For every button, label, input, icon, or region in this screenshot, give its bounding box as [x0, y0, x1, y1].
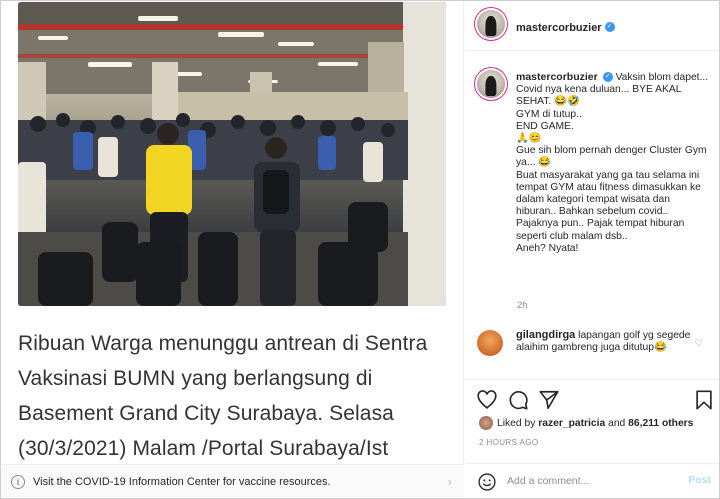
caption-line-5: Gue sih blom pernah denger Cluster Gym y… — [516, 145, 707, 169]
emoji-icon[interactable] — [477, 472, 497, 492]
post-caption: mastercorbuzier ✓ Vaksin blom dapet... Co… — [516, 71, 712, 255]
post-header: mastercorbuzier ✓ — [465, 1, 719, 51]
comment-username[interactable]: gilangdirga — [516, 329, 575, 341]
post-comment-button[interactable]: Post — [688, 474, 711, 486]
likes-count[interactable]: 86,211 others — [628, 418, 693, 429]
verified-badge-icon: ✓ — [602, 72, 613, 83]
caption-line-7: Aneh? Nyata! — [516, 242, 579, 254]
author-avatar[interactable] — [477, 10, 505, 38]
post-media: Ribuan Warga menunggu antrean di Sentra … — [1, 1, 464, 498]
caption-line-3: END GAME. — [516, 120, 574, 132]
caption-line-4: 🙏😊 — [516, 133, 542, 145]
crowd-photo-illustration — [18, 2, 446, 306]
post-timestamp[interactable]: 2 HOURS AGO — [479, 438, 539, 447]
verified-badge-icon: ✓ — [604, 21, 615, 32]
caption-username[interactable]: mastercorbuzier — [516, 71, 598, 83]
heart-icon[interactable] — [476, 389, 498, 411]
comments-section: mastercorbuzier ✓ Vaksin blom dapet... Co… — [465, 52, 719, 379]
info-icon: i — [11, 474, 25, 489]
likes-and: and — [608, 417, 626, 429]
header-username[interactable]: mastercorbuzier — [516, 22, 602, 34]
caption-line-2: GYM di tutup.. — [516, 108, 582, 120]
likes-summary: Liked by razer_patricia and 86,211 other… — [479, 416, 693, 430]
covid-info-banner[interactable]: i Visit the COVID-19 Information Center … — [1, 464, 464, 498]
media-caption: Ribuan Warga menunggu antrean di Sentra … — [18, 332, 428, 460]
add-comment-bar: Post — [465, 463, 719, 498]
commenter-avatar[interactable] — [477, 330, 503, 356]
post-actions: Liked by razer_patricia and 86,211 other… — [465, 379, 719, 465]
caption-author-avatar[interactable] — [477, 70, 505, 98]
likes-prefix: Liked by — [497, 417, 536, 429]
bookmark-icon[interactable] — [693, 389, 715, 411]
author-avatar-figure — [485, 16, 497, 36]
comment-icon[interactable] — [507, 389, 529, 411]
caption-avatar-figure — [485, 76, 497, 96]
post-photo[interactable] — [18, 2, 446, 306]
share-icon[interactable] — [538, 389, 560, 411]
caption-timestamp[interactable]: 2h — [517, 300, 528, 311]
covid-banner-text: Visit the COVID-19 Information Center fo… — [33, 475, 331, 488]
post-sidebar: mastercorbuzier ✓ mastercorbuzier ✓ Vaksin… — [465, 1, 719, 498]
comment-item: gilangdirga lapangan golf yg segede alai… — [516, 329, 696, 354]
comment-input[interactable] — [507, 473, 677, 489]
caption-first-line: mastercorbuzier ✓ Vaksin blom dapet... Co… — [516, 71, 712, 109]
chevron-right-icon: › — [447, 474, 452, 489]
liker-avatar[interactable] — [479, 416, 493, 430]
caption-line-6: Buat masyarakat yang ga tau selama ini t… — [516, 169, 701, 242]
liker-username[interactable]: razer_patricia — [538, 418, 605, 429]
header-username-wrap: mastercorbuzier ✓ — [516, 18, 615, 36]
comment-like-heart-icon[interactable]: ♡ — [694, 338, 703, 349]
